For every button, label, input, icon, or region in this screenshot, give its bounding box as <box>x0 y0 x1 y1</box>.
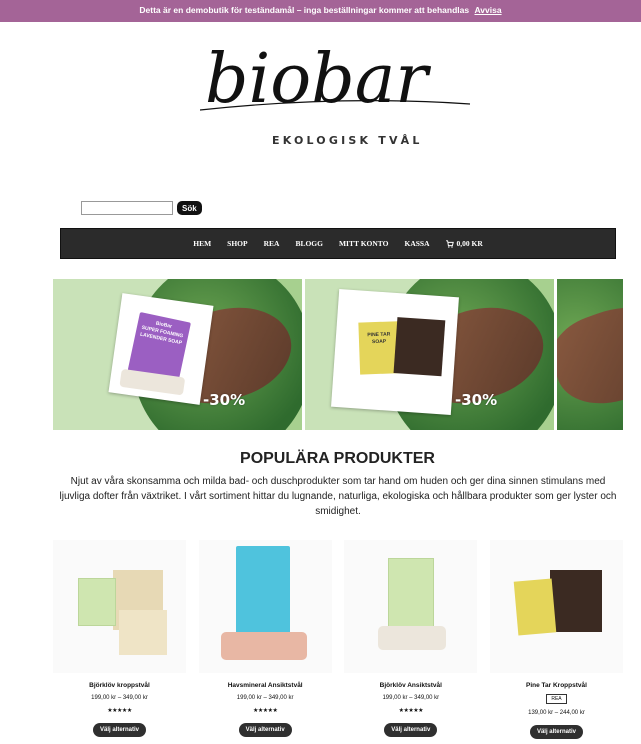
search-form: Sök <box>81 201 202 215</box>
site-logo[interactable]: biobar EKOLOGISK TVÅL <box>200 40 480 155</box>
search-button[interactable]: Sök <box>177 201 202 215</box>
product-photo-frame: BioBar SUPER FOAMING LAVENDER SOAP <box>108 293 214 405</box>
dismiss-link[interactable]: Avvisa <box>474 5 501 15</box>
section-title: POPULÄRA PRODUKTER <box>240 450 435 467</box>
product-card: Björklöv Ansiktstvål 199,00 kr – 349,00 … <box>344 540 478 739</box>
cart-amount: 0,00 kr <box>456 239 483 248</box>
rating-stars: ★★★★★ <box>398 708 424 714</box>
slide-lavender-soap[interactable]: BioBar SUPER FOAMING LAVENDER SOAP -30% <box>53 279 302 430</box>
product-image-bjorklov-ansikte[interactable] <box>344 540 478 673</box>
slide-pine-tar-soap[interactable]: PINE TAR SOAP -30% <box>305 279 554 430</box>
sale-badge: REA <box>546 694 567 704</box>
main-navigation: HEM SHOP REA BLOGG MITT KONTO KASSA 0,00… <box>60 228 616 259</box>
nav-item-kassa[interactable]: KASSA <box>396 239 437 248</box>
product-photo-frame: PINE TAR SOAP <box>331 288 459 416</box>
product-name[interactable]: Havsmineral Ansiktstvål <box>228 682 303 689</box>
biobar-logo-script: biobar <box>200 40 471 119</box>
nav-item-blogg[interactable]: BLOGG <box>287 239 331 248</box>
notice-text: Detta är en demobutik för teständamål – … <box>139 5 470 15</box>
product-price: 139,00 kr – 244,00 kr <box>528 710 585 716</box>
logo-wordmark: biobar <box>205 40 431 119</box>
product-name[interactable]: Björklöv kroppstvål <box>89 682 150 689</box>
product-name[interactable]: Björklöv Ansiktstvål <box>380 682 442 689</box>
cart-icon <box>445 239 454 248</box>
section-intro: Njut av våra skonsamma och milda bad- oc… <box>59 476 617 517</box>
rating-stars: ★★★★★ <box>107 708 132 714</box>
nav-item-hem[interactable]: HEM <box>185 239 219 248</box>
product-price: 199,00 kr – 349,00 kr <box>236 695 294 701</box>
choose-option-button[interactable]: Välj alternativ <box>529 725 583 739</box>
nav-cart[interactable]: 0,00 kr <box>438 239 491 248</box>
demo-store-notice: Detta är en demobutik för teständamål – … <box>0 0 641 22</box>
nav-item-shop[interactable]: SHOP <box>219 239 255 248</box>
promo-slider[interactable]: BioBar SUPER FOAMING LAVENDER SOAP -30% … <box>53 279 623 430</box>
product-price: 199,00 kr – 349,00 kr <box>91 695 148 701</box>
search-input[interactable] <box>81 201 173 215</box>
product-card: Pine Tar Kroppstvål REA 139,00 kr – 244,… <box>489 540 623 739</box>
choose-option-button[interactable]: Välj alternativ <box>238 723 292 737</box>
product-image-pine-tar[interactable] <box>489 540 623 673</box>
product-card: Björklöv kroppstvål 199,00 kr – 349,00 k… <box>53 540 186 739</box>
product-price: 199,00 kr – 349,00 kr <box>382 695 440 701</box>
logo-tagline: EKOLOGISK TVÅL <box>272 134 423 147</box>
slide-partial[interactable] <box>557 279 623 430</box>
discount-badge: -30% <box>455 391 498 409</box>
discount-badge: -30% <box>203 391 246 409</box>
product-image-bjorklov-kropp[interactable] <box>53 540 186 673</box>
choose-option-button[interactable]: Välj alternativ <box>92 723 147 737</box>
product-card: Havsmineral Ansiktstvål 199,00 kr – 349,… <box>198 540 332 739</box>
product-image-havsmineral[interactable] <box>198 540 332 673</box>
product-grid: Björklöv kroppstvål 199,00 kr – 349,00 k… <box>53 540 623 739</box>
nav-item-mitt-konto[interactable]: MITT KONTO <box>331 239 397 248</box>
dark-soap-stack <box>393 317 446 377</box>
nav-item-rea[interactable]: REA <box>256 239 288 248</box>
choose-option-button[interactable]: Välj alternativ <box>384 723 438 737</box>
product-name[interactable]: Pine Tar Kroppstvål <box>526 682 587 689</box>
box-label-line: SOAP <box>371 338 387 346</box>
rating-stars: ★★★★★ <box>252 708 278 714</box>
